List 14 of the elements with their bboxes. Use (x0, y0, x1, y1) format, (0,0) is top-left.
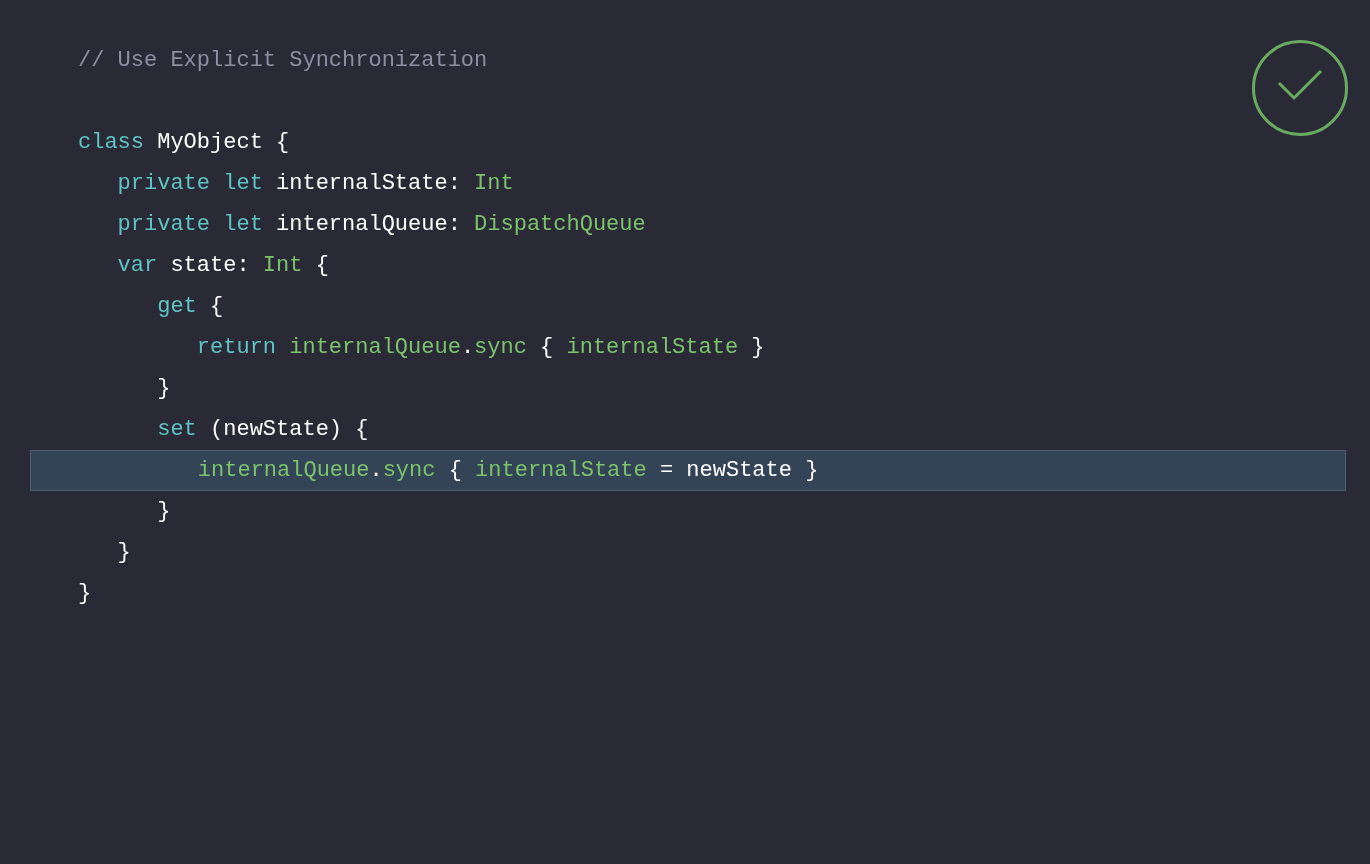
code-line: get { (156, 293, 224, 321)
code-line: var state: Int { (116, 252, 329, 280)
code-line: return internalQueue.sync { internalState } (195, 334, 765, 362)
code-line: private let internalState: Int (116, 170, 514, 198)
code-line: set (newState) { (156, 416, 369, 444)
code-line: private let internalQueue: DispatchQueue (116, 211, 646, 239)
code-line: } (156, 498, 171, 526)
code-line: } (116, 539, 131, 567)
code-comment: // Use Explicit Synchronization (78, 47, 488, 75)
code-line: internalQueue.sync { internalState = newState } (196, 457, 819, 485)
check-circle-icon (1252, 40, 1348, 136)
code-line: } (156, 375, 171, 403)
code-line: } (78, 580, 92, 608)
code-line: class MyObject { (78, 129, 290, 157)
